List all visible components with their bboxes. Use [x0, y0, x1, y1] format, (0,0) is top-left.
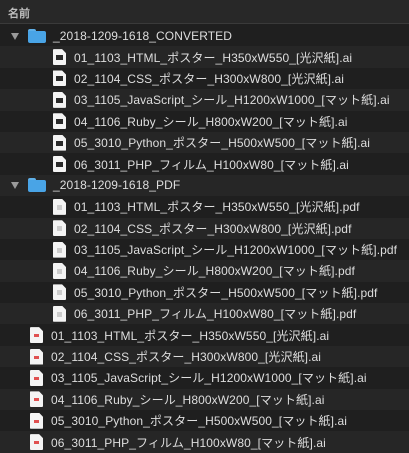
item-label: 04_1106_Ruby_シール_H800xW200_[マット紙].pdf	[74, 264, 355, 279]
ai-file-icon	[53, 70, 66, 87]
item-label: 04_1106_Ruby_シール_H800xW200_[マット紙].ai	[51, 392, 325, 407]
list-item[interactable]: 05_3010_Python_ポスター_H500xW500_[マット紙].ai	[0, 410, 409, 431]
item-label: 02_1104_CSS_ポスター_H300xW800_[光沢紙].pdf	[74, 221, 352, 236]
item-label: 05_3010_Python_ポスター_H500xW500_[マット紙].ai	[74, 136, 371, 151]
ai-file-icon	[30, 327, 43, 344]
pdf-file-icon	[53, 305, 66, 322]
list-item[interactable]: 06_3011_PHP_フィルム_H100xW80_[マット紙].pdf	[0, 303, 409, 325]
list-item[interactable]: 03_1105_JavaScript_シール_H1200xW1000_[マット紙…	[0, 367, 409, 388]
pdf-file-icon	[53, 198, 66, 215]
item-label: 03_1105_JavaScript_シール_H1200xW1000_[マット紙…	[74, 93, 390, 108]
ai-file-icon	[30, 412, 43, 429]
list-item[interactable]: 03_1105_JavaScript_シール_H1200xW1000_[マット紙…	[0, 239, 409, 260]
list-item[interactable]: 02_1104_CSS_ポスター_H300xW800_[光沢紙].ai	[0, 345, 409, 368]
pdf-file-icon	[53, 262, 66, 279]
list-item[interactable]: 05_3010_Python_ポスター_H500xW500_[マット紙].ai	[0, 131, 409, 154]
pdf-file-icon	[53, 284, 66, 301]
item-label: 05_3010_Python_ポスター_H500xW500_[マット紙].pdf	[74, 285, 378, 300]
ai-file-icon	[53, 156, 66, 173]
list-item-folder[interactable]: _2018-1209-1618_CONVERTED	[0, 25, 409, 46]
pdf-file-icon	[53, 241, 66, 258]
list-item-folder[interactable]: _2018-1209-1618_PDF	[0, 174, 409, 197]
list-item[interactable]: 01_1103_HTML_ポスター_H350xW550_[光沢紙].pdf	[0, 196, 409, 217]
item-label: 01_1103_HTML_ポスター_H350xW550_[光沢紙].ai	[74, 50, 353, 65]
list-item[interactable]: 01_1103_HTML_ポスター_H350xW550_[光沢紙].ai	[0, 324, 409, 345]
ai-file-icon	[53, 49, 66, 66]
item-label: 04_1106_Ruby_シール_H800xW200_[マット紙].ai	[74, 114, 348, 129]
folder-icon	[28, 28, 46, 43]
list-item[interactable]: 06_3011_PHP_フィルム_H100xW80_[マット紙].ai	[0, 431, 409, 453]
item-label: 01_1103_HTML_ポスター_H350xW550_[光沢紙].ai	[51, 328, 330, 343]
ai-file-icon	[53, 113, 66, 130]
item-label: 06_3011_PHP_フィルム_H100xW80_[マット紙].ai	[51, 435, 326, 450]
list-item[interactable]: 03_1105_JavaScript_シール_H1200xW1000_[マット紙…	[0, 89, 409, 111]
item-label: 05_3010_Python_ポスター_H500xW500_[マット紙].ai	[51, 414, 348, 429]
disclosure-triangle-icon[interactable]	[10, 31, 20, 41]
list-item[interactable]: 04_1106_Ruby_シール_H800xW200_[マット紙].ai	[0, 388, 409, 411]
ai-file-icon	[53, 91, 66, 108]
item-label: 06_3011_PHP_フィルム_H100xW80_[マット紙].pdf	[74, 307, 357, 322]
ai-file-icon	[30, 369, 43, 386]
ai-file-icon	[30, 434, 43, 451]
item-label: 06_3011_PHP_フィルム_H100xW80_[マット紙].ai	[74, 157, 349, 172]
list-item[interactable]: 05_3010_Python_ポスター_H500xW500_[マット紙].pdf	[0, 282, 409, 303]
ai-file-icon	[53, 134, 66, 151]
folder-icon	[28, 178, 46, 193]
item-label: _2018-1209-1618_CONVERTED	[53, 28, 233, 43]
item-label: 01_1103_HTML_ポスター_H350xW550_[光沢紙].pdf	[74, 200, 360, 215]
list-item[interactable]: 04_1106_Ruby_シール_H800xW200_[マット紙].ai	[0, 111, 409, 132]
ai-file-icon	[30, 348, 43, 365]
ai-file-icon	[30, 391, 43, 408]
list-item[interactable]: 06_3011_PHP_フィルム_H100xW80_[マット紙].ai	[0, 153, 409, 174]
pdf-file-icon	[53, 220, 66, 237]
disclosure-triangle-icon[interactable]	[10, 180, 20, 190]
list-item[interactable]: 01_1103_HTML_ポスター_H350xW550_[光沢紙].ai	[0, 46, 409, 68]
item-label: 02_1104_CSS_ポスター_H300xW800_[光沢紙].ai	[51, 350, 322, 365]
list-item[interactable]: 04_1106_Ruby_シール_H800xW200_[マット紙].pdf	[0, 260, 409, 282]
item-label: 02_1104_CSS_ポスター_H300xW800_[光沢紙].ai	[74, 71, 345, 86]
list-item[interactable]: 02_1104_CSS_ポスター_H300xW800_[光沢紙].ai	[0, 68, 409, 89]
item-label: 03_1105_JavaScript_シール_H1200xW1000_[マット紙…	[51, 371, 367, 386]
item-label: _2018-1209-1618_PDF	[53, 178, 181, 193]
list-item[interactable]: 02_1104_CSS_ポスター_H300xW800_[光沢紙].pdf	[0, 217, 409, 239]
name-column-header[interactable]: 名前	[0, 0, 409, 24]
file-list: _2018-1209-1618_CONVERTED 01_1103_HTML_ポ…	[0, 25, 409, 453]
item-label: 03_1105_JavaScript_シール_H1200xW1000_[マット紙…	[74, 243, 398, 258]
